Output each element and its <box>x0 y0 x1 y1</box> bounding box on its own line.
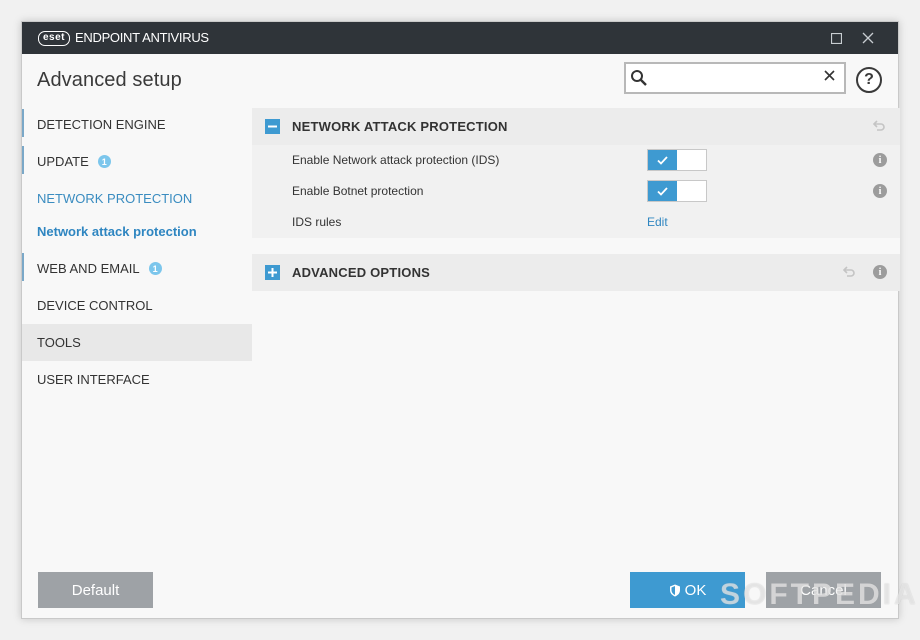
shield-icon <box>669 584 680 596</box>
info-icon[interactable]: i <box>873 153 887 167</box>
settings-content: NETWORK ATTACK PROTECTION Enable Network… <box>252 108 900 291</box>
maximize-button[interactable] <box>825 28 847 48</box>
clear-search-icon[interactable] <box>824 70 835 81</box>
collapse-section-button[interactable] <box>265 119 280 134</box>
revert-icon[interactable] <box>872 119 886 133</box>
plus-icon <box>268 268 277 277</box>
search-input[interactable] <box>654 69 814 87</box>
softpedia-watermark: SOFTPEDIA <box>720 578 919 611</box>
edit-ids-rules-link[interactable]: Edit <box>647 215 668 229</box>
botnet-toggle[interactable] <box>647 180 707 202</box>
advanced-setup-window: eset ENDPOINT ANTIVIRUS Advanced setup ?… <box>21 21 900 619</box>
help-icon: ? <box>864 71 874 88</box>
search-icon <box>631 70 647 86</box>
setting-row-ids: Enable Network attack protection (IDS) i <box>252 145 900 176</box>
setting-label: IDS rules <box>292 215 342 229</box>
info-icon[interactable]: i <box>873 265 887 279</box>
check-icon <box>657 186 668 196</box>
close-icon <box>862 32 874 44</box>
toggle-on-segment <box>648 150 677 170</box>
eset-logo: eset <box>38 30 71 46</box>
sidebar-item-device-control[interactable]: DEVICE CONTROL <box>22 287 252 324</box>
update-badge: 1 <box>97 155 111 168</box>
sidebar-item-web-and-email[interactable]: WEB AND EMAIL 1 <box>22 250 252 287</box>
toggle-on-segment <box>648 181 677 201</box>
web-email-badge: 1 <box>148 262 162 275</box>
section-spacer <box>252 238 900 254</box>
page-title: Advanced setup <box>37 69 182 91</box>
default-button[interactable]: Default <box>38 572 153 608</box>
brand: eset ENDPOINT ANTIVIRUS <box>38 30 209 46</box>
setting-row-ids-rules: IDS rules Edit <box>252 207 900 238</box>
sidebar-item-user-interface[interactable]: USER INTERFACE <box>22 361 252 398</box>
sidebar: DETECTION ENGINE UPDATE 1 NETWORK PROTEC… <box>22 106 252 398</box>
sidebar-item-tools[interactable]: TOOLS <box>22 324 252 361</box>
close-button[interactable] <box>857 28 879 48</box>
section-title: NETWORK ATTACK PROTECTION <box>292 119 508 134</box>
info-icon[interactable]: i <box>873 184 887 198</box>
minus-icon <box>268 125 277 128</box>
check-icon <box>657 155 668 165</box>
section-title: ADVANCED OPTIONS <box>292 265 431 280</box>
search-box[interactable] <box>624 62 846 94</box>
setting-label: Enable Botnet protection <box>292 184 424 198</box>
ids-toggle[interactable] <box>647 149 707 171</box>
setting-row-botnet: Enable Botnet protection i <box>252 176 900 207</box>
sidebar-item-network-protection[interactable]: NETWORK PROTECTION <box>22 180 252 217</box>
help-button[interactable]: ? <box>856 67 882 93</box>
product-name: ENDPOINT ANTIVIRUS <box>75 30 209 45</box>
section-advanced-options[interactable]: ADVANCED OPTIONS i <box>252 254 900 291</box>
revert-icon[interactable] <box>842 265 856 279</box>
titlebar: eset ENDPOINT ANTIVIRUS <box>22 22 898 54</box>
maximize-icon <box>830 32 842 44</box>
sidebar-item-detection-engine[interactable]: DETECTION ENGINE <box>22 106 252 143</box>
sidebar-item-network-attack-protection[interactable]: Network attack protection <box>22 217 252 245</box>
setting-label: Enable Network attack protection (IDS) <box>292 153 500 167</box>
section-network-attack-protection[interactable]: NETWORK ATTACK PROTECTION <box>252 108 900 145</box>
sidebar-item-update[interactable]: UPDATE 1 <box>22 143 252 180</box>
expand-section-button[interactable] <box>265 265 280 280</box>
